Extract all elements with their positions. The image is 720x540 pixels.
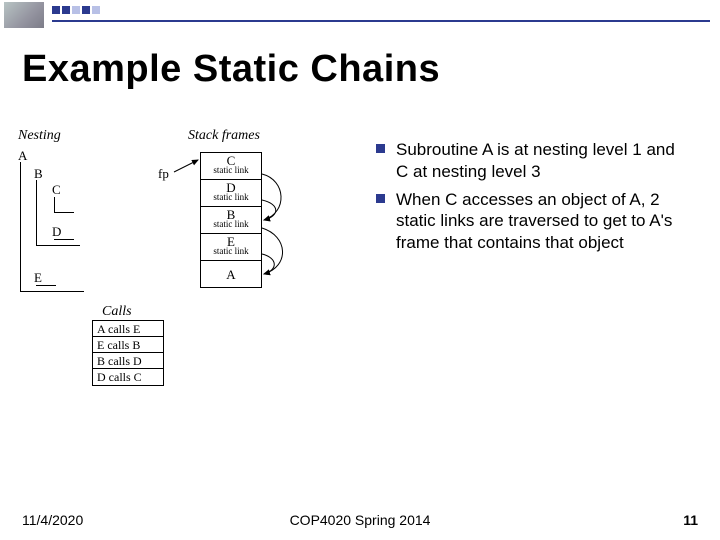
calls-row: B calls D	[93, 353, 163, 369]
fp-label: fp	[158, 166, 169, 182]
stackframes-label: Stack frames	[188, 128, 260, 144]
nesting-label: Nesting	[18, 128, 61, 144]
nest-D: D	[52, 224, 61, 240]
bullet-list: Subroutine A is at nesting level 1 and C…	[336, 139, 690, 260]
stack-frame: B static link	[201, 206, 261, 233]
nest-box-C	[54, 197, 74, 213]
stack-frame: A	[201, 260, 261, 287]
frame-sub: static link	[203, 166, 259, 175]
static-chains-diagram: Nesting Stack frames Calls fp A B C D E …	[18, 130, 318, 440]
logo-image	[4, 2, 44, 28]
accent-squares	[52, 6, 100, 14]
calls-row: D calls C	[93, 369, 163, 385]
calls-row: E calls B	[93, 337, 163, 353]
stack-frame: C static link	[201, 152, 261, 179]
stack-frames: C static link D static link B static lin…	[200, 152, 262, 288]
frame-sub: static link	[203, 193, 259, 202]
calls-row: A calls E	[93, 321, 163, 337]
frame-sub: static link	[203, 220, 259, 229]
calls-table: A calls E E calls B B calls D D calls C	[92, 320, 164, 386]
stack-frame: E static link	[201, 233, 261, 260]
page-title: Example Static Chains	[22, 48, 440, 91]
nest-C: C	[52, 182, 61, 198]
calls-label: Calls	[102, 304, 132, 320]
bullet-item: Subroutine A is at nesting level 1 and C…	[376, 139, 690, 183]
stack-frame: D static link	[201, 179, 261, 206]
nest-box-E	[36, 285, 56, 286]
footer-course: COP4020 Spring 2014	[0, 512, 720, 528]
bullet-item: When C accesses an object of A, 2 static…	[376, 189, 690, 254]
nest-E: E	[34, 270, 42, 286]
footer-page: 11	[683, 512, 698, 528]
frame-name: A	[226, 267, 235, 282]
frame-sub: static link	[203, 247, 259, 256]
accent-line	[52, 20, 710, 22]
header-decoration	[0, 0, 720, 34]
nest-box-D	[54, 239, 74, 240]
